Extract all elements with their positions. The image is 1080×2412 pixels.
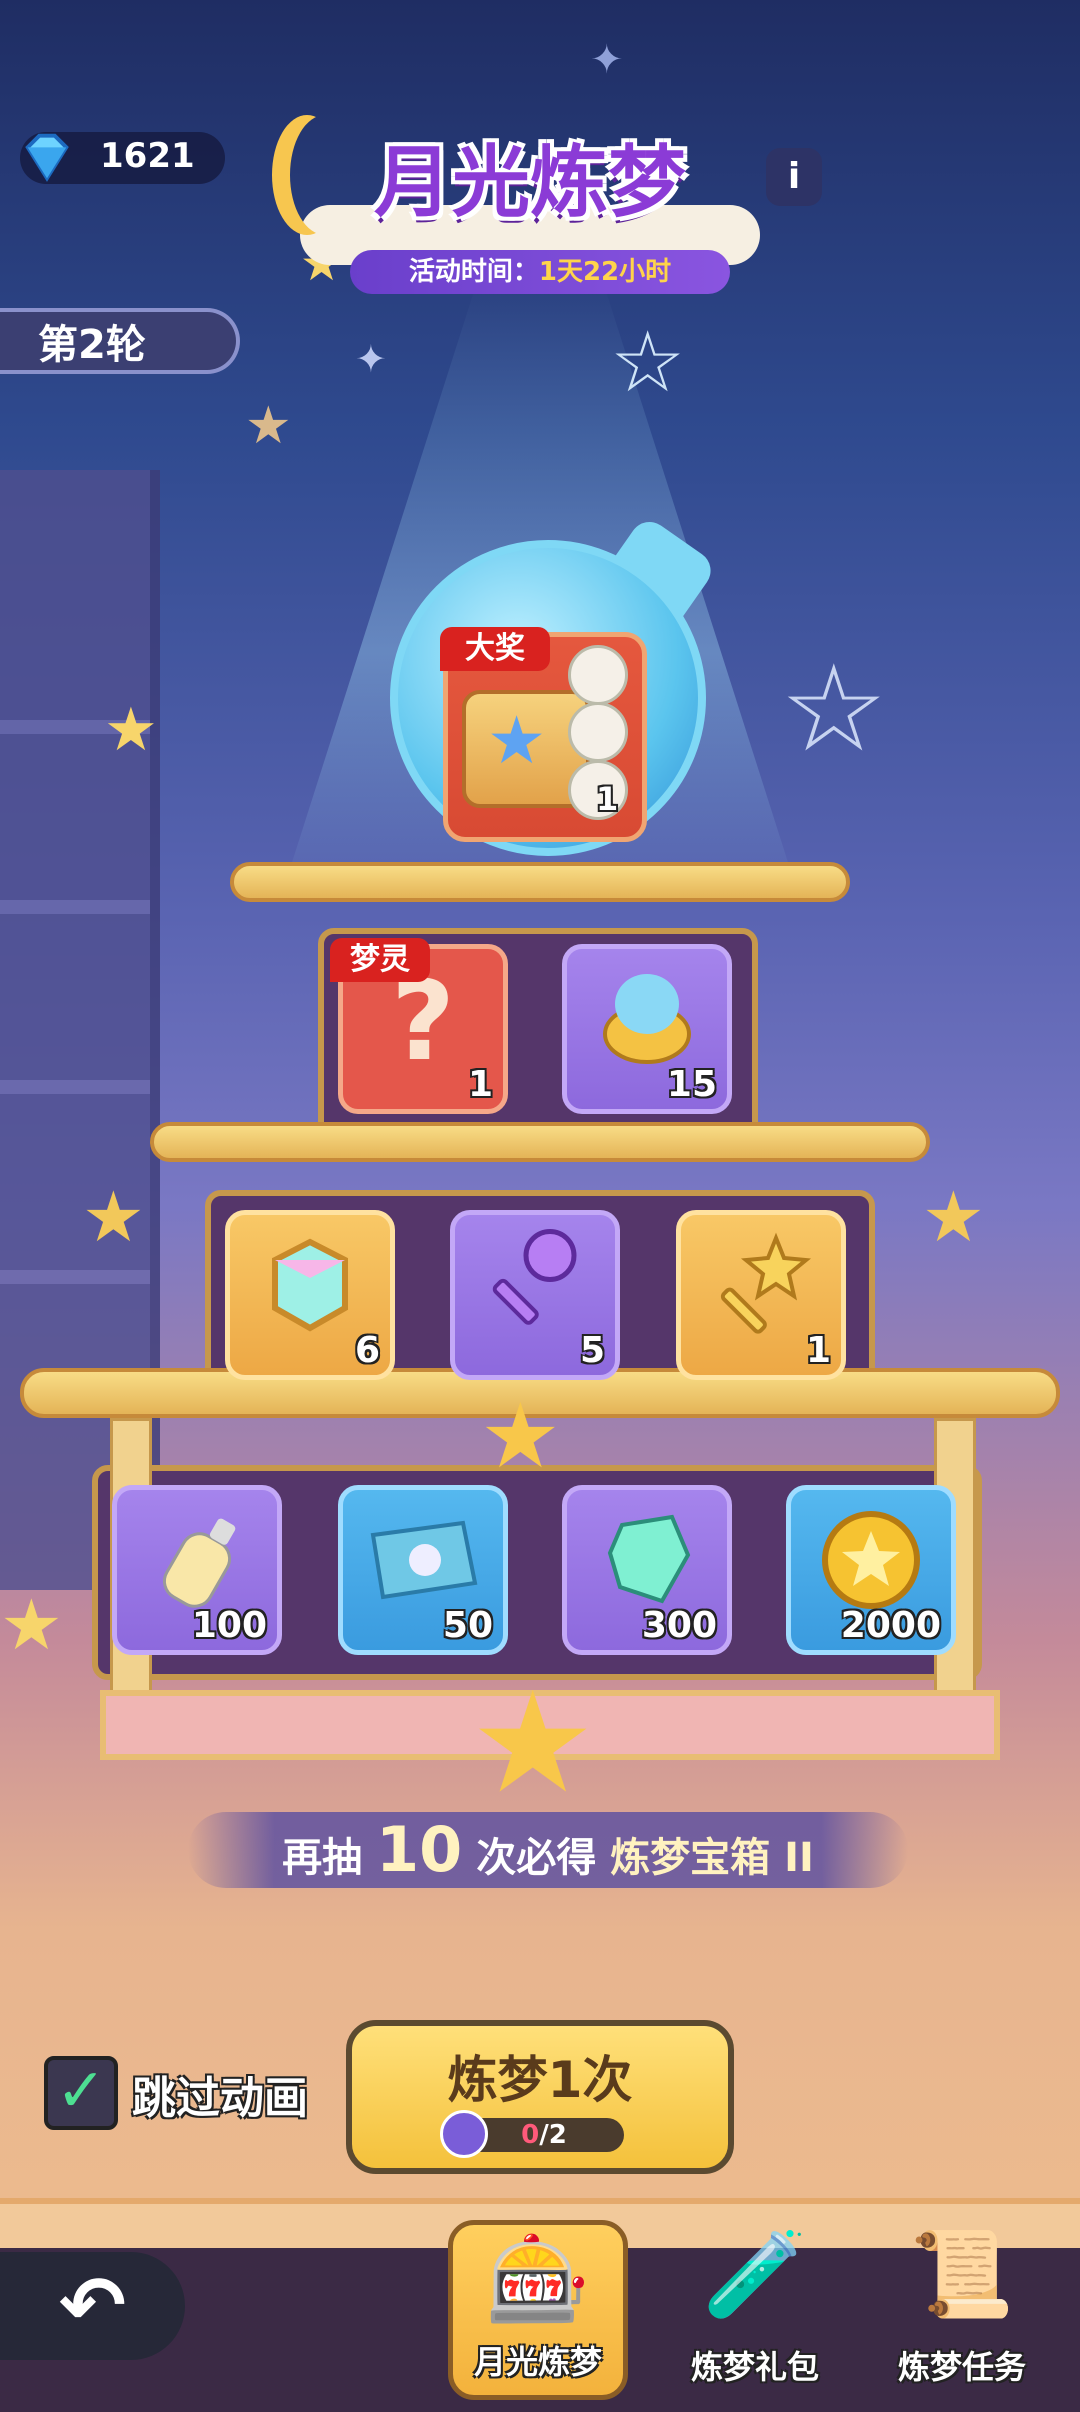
star-ornament-icon: ★ [470, 1662, 596, 1825]
info-button[interactable]: i [766, 148, 822, 206]
prize-slot[interactable]: 50 [338, 1485, 508, 1655]
prize-slot[interactable]: 1 [676, 1210, 846, 1380]
prize-slot[interactable]: 6 [225, 1210, 395, 1380]
star-ornament-icon: ★ [480, 1384, 561, 1489]
moon-token-icon [440, 2110, 488, 2158]
prize-quantity: 6 [354, 1330, 380, 1371]
prize-quantity: 1 [467, 1064, 493, 1105]
event-title-banner: 月光炼梦 活动时间：1天22小时 [300, 115, 760, 295]
pagoda-roof-middle [150, 1122, 930, 1162]
sparkle-icon: ✦ [355, 337, 387, 381]
event-time-value: 1天22小时 [538, 257, 672, 287]
rainbow-bottle-icon [142, 1505, 252, 1619]
draw-cost-used: 0 [521, 2120, 540, 2150]
star-decor-icon: ☆ [610, 313, 686, 411]
nav-tab-label: 炼梦礼包 [690, 2348, 819, 2386]
nav-tab-label: 月光炼梦 [473, 2343, 602, 2381]
pagoda-roof-top [230, 862, 850, 902]
event-time-label: 活动时间： [408, 257, 539, 287]
slot-machine-icon: 🎰 [485, 2230, 591, 2328]
sparkle-icon: ✦ [590, 37, 624, 83]
grand-prize-quantity: 1 [596, 780, 619, 818]
sprite-tag: 梦灵 [330, 938, 430, 982]
purple-key-icon [480, 1221, 590, 1354]
prize-quantity: 100 [191, 1605, 267, 1646]
page-title: 月光炼梦 [373, 138, 686, 228]
prize-quantity: 2000 [840, 1605, 941, 1646]
crystal-ore-icon [592, 1505, 702, 1619]
event-timer: 活动时间：1天22小时 [350, 250, 730, 294]
star-key-icon [706, 1230, 816, 1344]
prize-slot[interactable]: 15 [562, 944, 732, 1114]
blueprint-map-icon [363, 1505, 483, 1619]
diamond-icon [25, 133, 69, 182]
star-decor-icon: ★ [245, 396, 292, 456]
back-button[interactable]: ↶ [0, 2252, 185, 2360]
potion-gift-icon: 🧪 [702, 2225, 808, 2323]
nav-tab-moonlight-dream[interactable]: 🎰 月光炼梦 [448, 2220, 628, 2400]
pity-banner: 再抽 10 次必得 炼梦宝箱 II [188, 1812, 908, 1888]
character-avatar-icon [568, 702, 628, 762]
star-decor-icon: ★ [0, 1584, 63, 1666]
prize-slot[interactable]: 300 [562, 1485, 732, 1655]
draw-button-label: 炼梦1次 [447, 2051, 633, 2109]
nav-tab-dream-pack[interactable]: 🧪 炼梦礼包 [665, 2220, 845, 2400]
spirit-lantern-icon [592, 964, 702, 1078]
star-ornament-icon: ★ [922, 1176, 985, 1258]
star-icon: ★ [487, 702, 547, 779]
draw-cost-total: /2 [539, 2120, 567, 2150]
star-decor-icon: ★ [104, 695, 158, 765]
skip-animation-checkbox[interactable]: ✓ [44, 2056, 118, 2130]
prize-quantity: 5 [579, 1330, 605, 1371]
prize-slot[interactable]: 2000 [786, 1485, 956, 1655]
star-decor-icon: ☆ [780, 640, 888, 779]
checkmark-icon: ✓ [55, 2056, 107, 2126]
prize-quantity: 15 [666, 1064, 717, 1105]
prize-quantity: 1 [805, 1330, 831, 1371]
prize-quantity: 300 [641, 1605, 717, 1646]
rainbow-cube-icon [255, 1230, 365, 1344]
info-icon: i [787, 156, 801, 197]
prize-quantity: 50 [442, 1605, 493, 1646]
prize-slot[interactable]: 100 [112, 1485, 282, 1655]
draw-cost: 0/2 [464, 2118, 624, 2152]
prize-slot[interactable]: 5 [450, 1210, 620, 1380]
nav-tab-label: 炼梦任务 [897, 2348, 1026, 2386]
banner-middle: 次必得 [476, 1835, 597, 1881]
scroll-task-icon: 📜 [909, 2225, 1015, 2323]
round-indicator: 第2轮 [0, 308, 240, 374]
character-avatar-icon [568, 645, 628, 705]
back-arrow-icon: ↶ [58, 2259, 127, 2352]
nav-tab-dream-tasks[interactable]: 📜 炼梦任务 [872, 2220, 1052, 2400]
draw-once-button[interactable]: 炼梦1次 0/2 [346, 2020, 734, 2174]
grand-prize-tag: 大奖 [440, 627, 550, 671]
currency-amount: 1621 [100, 136, 195, 176]
banner-reward: 炼梦宝箱 II [610, 1835, 814, 1881]
skip-animation-label[interactable]: 跳过动画 [132, 2062, 308, 2126]
star-ornament-icon: ★ [82, 1176, 145, 1258]
gold-coin-icon [816, 1505, 926, 1619]
banner-prefix: 再抽 [282, 1835, 363, 1881]
banner-count: 10 [376, 1813, 463, 1886]
